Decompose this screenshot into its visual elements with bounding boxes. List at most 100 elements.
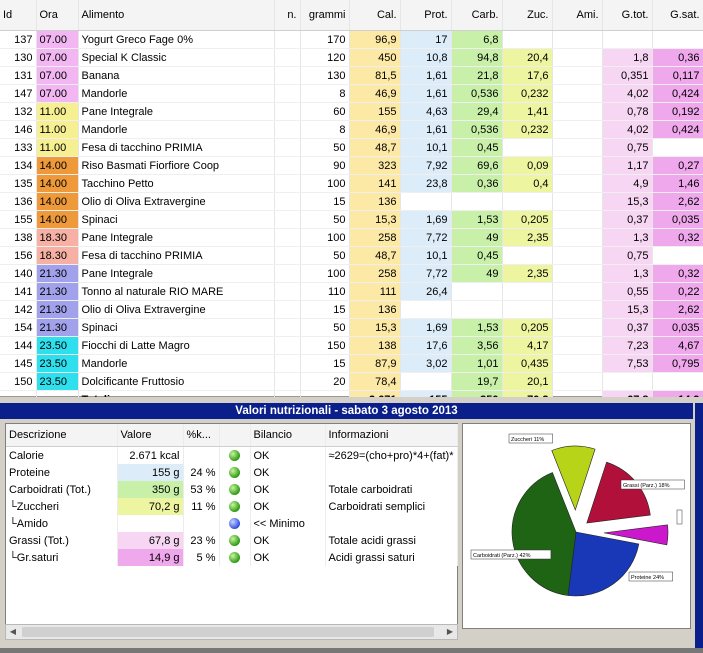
cell-ora[interactable]: 11.00 (36, 120, 79, 139)
cell-n[interactable] (274, 210, 301, 229)
cell-cal[interactable]: 48,7 (349, 246, 401, 265)
nt-pct[interactable] (183, 446, 220, 464)
cell-gtot[interactable]: 0,75 (602, 138, 653, 157)
cell-id[interactable]: 144 (0, 336, 37, 355)
cell-ami[interactable] (552, 174, 603, 193)
scroll-right-icon[interactable]: ▶ (443, 625, 457, 639)
cell-gsat[interactable]: 0,117 (652, 66, 703, 85)
cell-n[interactable] (274, 372, 301, 391)
cell-ami[interactable] (552, 120, 603, 139)
food-row[interactable]: 132 11.00 Pane Integrale 60 155 4,63 29,4 1,41 0… (0, 102, 703, 121)
cell-zuc[interactable]: 1,41 (502, 102, 553, 121)
nt-bilancio[interactable]: OK (250, 498, 326, 515)
col-header-ora[interactable]: Ora (36, 0, 79, 31)
nt-info[interactable]: Totale carboidrati (325, 481, 458, 498)
cell-alimento[interactable]: Fesa di tacchino PRIMIA (78, 138, 275, 157)
cell-grammi[interactable]: 8 (300, 120, 350, 139)
cell-prot[interactable]: 7,72 (400, 264, 452, 283)
cell-grammi[interactable]: 50 (300, 246, 350, 265)
cell-id[interactable]: 136 (0, 192, 37, 211)
food-row[interactable]: 154 21.30 Spinaci 50 15,3 1,69 1,53 0,205 0,37 0,… (0, 318, 703, 337)
cell-cal[interactable]: 46,9 (349, 120, 401, 139)
cell-id[interactable]: 137 (0, 30, 37, 49)
col-header-gsat[interactable]: G.sat. (652, 0, 703, 31)
cell-id[interactable]: 154 (0, 318, 37, 337)
cell-gsat[interactable]: 0,32 (652, 264, 703, 283)
cell-grammi[interactable]: 20 (300, 372, 350, 391)
cell-id[interactable]: 155 (0, 210, 37, 229)
cell-ami[interactable] (552, 282, 603, 301)
cell-ami[interactable] (552, 102, 603, 121)
cell-gtot[interactable]: 15,3 (602, 192, 653, 211)
scroll-left-icon[interactable]: ◀ (6, 625, 20, 639)
cell-gtot[interactable]: 0,37 (602, 210, 653, 229)
nt-header-status[interactable] (219, 424, 251, 447)
cell-id[interactable]: 138 (0, 228, 37, 247)
cell-alimento[interactable]: Mandorle (78, 120, 275, 139)
cell-ora[interactable]: 11.00 (36, 138, 79, 157)
cell-alimento[interactable]: Olio di Oliva Extravergine (78, 300, 275, 319)
cell-carb[interactable]: 0,45 (451, 138, 503, 157)
cell-grammi[interactable]: 60 (300, 102, 350, 121)
cell-carb[interactable]: 21,8 (451, 66, 503, 85)
cell-n[interactable] (274, 246, 301, 265)
cell-gtot[interactable]: 15,3 (602, 300, 653, 319)
nutrition-row[interactable]: Calorie 2.671 kcal OK ≈2629=(cho+pro)*4+(fa… (6, 446, 458, 464)
cell-prot[interactable]: 4,63 (400, 102, 452, 121)
nt-desc[interactable]: Grassi (Tot.) (6, 532, 118, 549)
food-row[interactable]: 134 14.00 Riso Basmati Fiorfiore Coop 90 323… (0, 156, 703, 175)
food-row[interactable]: 140 21.30 Pane Integrale 100 258 7,72 49 2,35 1,… (0, 264, 703, 283)
nutrition-row[interactable]: Carboidrati (Tot.) 350 g 53 % OK Totale carb… (6, 481, 458, 498)
food-row[interactable]: 145 23.50 Mandorle 15 87,9 3,02 1,01 0,435 7,53 0… (0, 354, 703, 373)
food-row[interactable]: 133 11.00 Fesa di tacchino PRIMIA 50 48,7 10,… (0, 138, 703, 157)
cell-grammi[interactable]: 100 (300, 264, 350, 283)
cell-zuc[interactable]: 0,232 (502, 84, 553, 103)
cell-n[interactable] (274, 264, 301, 283)
cell-carb[interactable]: 1,53 (451, 210, 503, 229)
cell-zuc[interactable]: 0,09 (502, 156, 553, 175)
cell-alimento[interactable]: Riso Basmati Fiorfiore Coop (78, 156, 275, 175)
cell-gsat[interactable]: 0,035 (652, 318, 703, 337)
food-row[interactable]: 135 14.00 Tacchino Petto 100 141 23,8 0,36 0,4 4… (0, 174, 703, 193)
cell-zuc[interactable] (502, 192, 553, 211)
food-grid[interactable]: Id Ora Alimento n. grammi Cal. Prot. Car… (0, 0, 703, 409)
cell-ora[interactable]: 07.00 (36, 30, 79, 49)
food-row[interactable]: 144 23.50 Fiocchi di Latte Magro 150 138 17,6… (0, 336, 703, 355)
cell-alimento[interactable]: Pane Integrale (78, 264, 275, 283)
cell-ami[interactable] (552, 228, 603, 247)
food-row[interactable]: 147 07.00 Mandorle 8 46,9 1,61 0,536 0,232 4,02 0… (0, 84, 703, 103)
cell-gsat[interactable]: 1,46 (652, 174, 703, 193)
nt-info[interactable]: Totale acidi grassi (325, 532, 458, 549)
cell-id[interactable]: 142 (0, 300, 37, 319)
cell-n[interactable] (274, 354, 301, 373)
nt-pct[interactable]: 23 % (183, 532, 220, 549)
col-header-prot[interactable]: Prot. (400, 0, 452, 31)
cell-grammi[interactable]: 50 (300, 210, 350, 229)
cell-ora[interactable]: 07.00 (36, 66, 79, 85)
food-row[interactable]: 141 21.30 Tonno al naturale RIO MARE 110 111… (0, 282, 703, 301)
cell-carb[interactable]: 6,8 (451, 30, 503, 49)
cell-zuc[interactable]: 0,232 (502, 120, 553, 139)
cell-prot[interactable]: 10,1 (400, 246, 452, 265)
cell-cal[interactable]: 138 (349, 336, 401, 355)
nt-value[interactable]: 67,8 g (117, 532, 184, 549)
nt-desc[interactable]: └Amido (6, 515, 118, 532)
cell-n[interactable] (274, 84, 301, 103)
cell-cal[interactable]: 87,9 (349, 354, 401, 373)
cell-alimento[interactable]: Spinaci (78, 318, 275, 337)
cell-id[interactable]: 130 (0, 48, 37, 67)
cell-prot[interactable]: 1,61 (400, 66, 452, 85)
cell-ami[interactable] (552, 84, 603, 103)
nt-header-descrizione[interactable]: Descrizione (6, 424, 118, 447)
cell-gsat[interactable]: 0,424 (652, 84, 703, 103)
cell-alimento[interactable]: Spinaci (78, 210, 275, 229)
col-header-zuc[interactable]: Zuc. (502, 0, 553, 31)
cell-n[interactable] (274, 318, 301, 337)
cell-ora[interactable]: 14.00 (36, 174, 79, 193)
food-row[interactable]: 138 18.30 Pane Integrale 100 258 7,72 49 2,35 1,… (0, 228, 703, 247)
nt-value[interactable]: 14,9 g (117, 549, 184, 566)
cell-carb[interactable]: 1,01 (451, 354, 503, 373)
cell-alimento[interactable]: Pane Integrale (78, 228, 275, 247)
cell-zuc[interactable]: 2,35 (502, 228, 553, 247)
cell-ami[interactable] (552, 66, 603, 85)
